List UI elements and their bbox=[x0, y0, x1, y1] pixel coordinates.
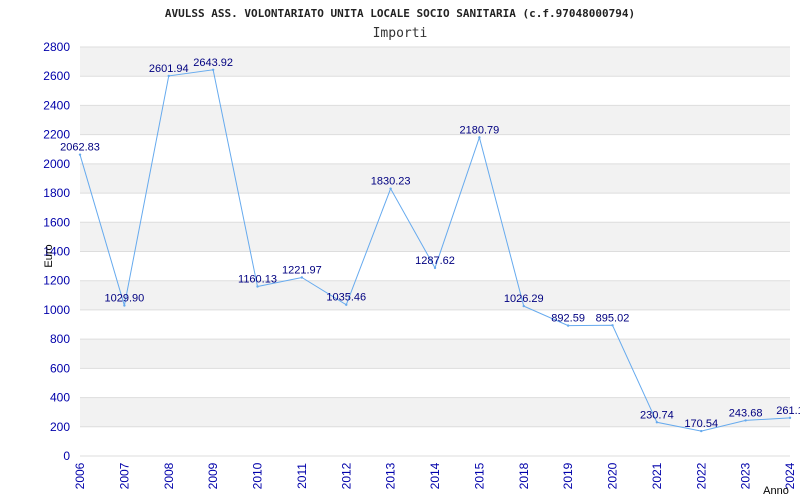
x-tick-label: 2008 bbox=[162, 462, 176, 489]
grid-band bbox=[80, 309, 790, 340]
chart-title: AVULSS ASS. VOLONTARIATO UNITA LOCALE SO… bbox=[165, 7, 635, 20]
y-tick-label: 0 bbox=[63, 449, 70, 463]
y-tick-label: 2600 bbox=[43, 69, 70, 83]
y-tick-label: 1600 bbox=[43, 215, 70, 229]
data-label: 1026.29 bbox=[504, 293, 544, 305]
x-tick-label: 2018 bbox=[517, 462, 531, 489]
data-label: 170.54 bbox=[684, 418, 718, 430]
data-point bbox=[433, 266, 437, 270]
data-point bbox=[345, 303, 348, 306]
x-tick-label: 2009 bbox=[206, 462, 220, 489]
data-point bbox=[522, 304, 525, 308]
x-tick-label: 2015 bbox=[472, 462, 486, 489]
x-tick-label: 2022 bbox=[694, 462, 708, 489]
y-tick-label: 2000 bbox=[43, 157, 70, 171]
data-label: 1221.97 bbox=[282, 265, 322, 277]
y-tick-label: 600 bbox=[50, 361, 70, 375]
y-tick-label: 2200 bbox=[43, 128, 70, 142]
y-axis-label: Euro bbox=[43, 244, 55, 267]
data-point bbox=[211, 68, 215, 71]
data-label: 2601.94 bbox=[149, 63, 189, 75]
data-label: 243.68 bbox=[729, 407, 763, 419]
data-point bbox=[744, 419, 747, 422]
x-tick-label: 2013 bbox=[384, 462, 398, 489]
data-label: 2643.92 bbox=[193, 57, 233, 69]
x-tick-label: 2010 bbox=[251, 462, 265, 489]
grid-band bbox=[80, 134, 790, 164]
y-tick-label: 200 bbox=[50, 420, 70, 434]
y-tick-label: 1200 bbox=[43, 274, 70, 288]
data-point bbox=[611, 324, 614, 327]
data-label: 1029.90 bbox=[104, 293, 144, 305]
x-tick-label: 2011 bbox=[295, 463, 309, 489]
x-axis-label: Anno bbox=[763, 485, 789, 497]
x-tick-label: 2012 bbox=[339, 462, 353, 489]
data-point bbox=[300, 276, 304, 279]
grid-band bbox=[80, 280, 790, 310]
grid-band bbox=[80, 163, 790, 194]
y-tick-label: 1800 bbox=[43, 186, 70, 200]
data-point bbox=[123, 304, 126, 307]
data-label: 261.1 bbox=[776, 405, 800, 417]
x-tick-label: 2020 bbox=[606, 462, 620, 489]
grid-band bbox=[80, 105, 790, 135]
x-tick-label: 2014 bbox=[428, 462, 442, 489]
data-point bbox=[167, 74, 170, 78]
data-label: 1287.62 bbox=[415, 255, 455, 267]
data-point bbox=[256, 285, 259, 288]
data-point bbox=[788, 416, 792, 420]
grid-band bbox=[80, 339, 790, 369]
data-label: 895.02 bbox=[596, 312, 630, 324]
data-point bbox=[389, 187, 392, 190]
data-point bbox=[478, 136, 481, 139]
data-label: 1160.13 bbox=[238, 274, 277, 286]
line-chart: AVULSS ASS. VOLONTARIATO UNITA LOCALE SO… bbox=[43, 7, 800, 497]
grid-band bbox=[80, 222, 790, 252]
y-tick-label: 1000 bbox=[43, 303, 70, 317]
y-tick-label: 400 bbox=[50, 391, 70, 405]
x-tick-label: 2019 bbox=[561, 462, 575, 489]
grid-band bbox=[80, 76, 790, 106]
data-label: 2062.83 bbox=[60, 142, 100, 154]
y-tick-label: 2400 bbox=[43, 98, 70, 112]
x-tick-label: 2021 bbox=[650, 462, 664, 489]
x-tick-label: 2006 bbox=[73, 462, 87, 489]
chart-subtitle: Importi bbox=[373, 26, 428, 41]
x-tick-label: 2007 bbox=[117, 462, 131, 489]
grid-band bbox=[80, 193, 790, 223]
y-tick-label: 2800 bbox=[43, 40, 70, 54]
data-label: 230.74 bbox=[640, 409, 674, 421]
data-label: 1035.46 bbox=[326, 292, 366, 304]
data-point bbox=[655, 421, 659, 424]
grid-band bbox=[80, 368, 790, 398]
data-point bbox=[700, 429, 703, 433]
x-axis-ticks: 2006 2007 2008 2009 2010 2011 2012 2013 2014 2015… bbox=[73, 462, 797, 489]
data-label: 2180.79 bbox=[459, 124, 499, 136]
data-point bbox=[78, 153, 82, 156]
grid-band bbox=[80, 426, 790, 456]
y-tick-label: 800 bbox=[50, 332, 70, 346]
data-label: 1830.23 bbox=[371, 176, 411, 188]
data-point bbox=[566, 324, 570, 327]
x-tick-label: 2023 bbox=[739, 462, 753, 489]
data-label: 892.59 bbox=[551, 313, 585, 325]
